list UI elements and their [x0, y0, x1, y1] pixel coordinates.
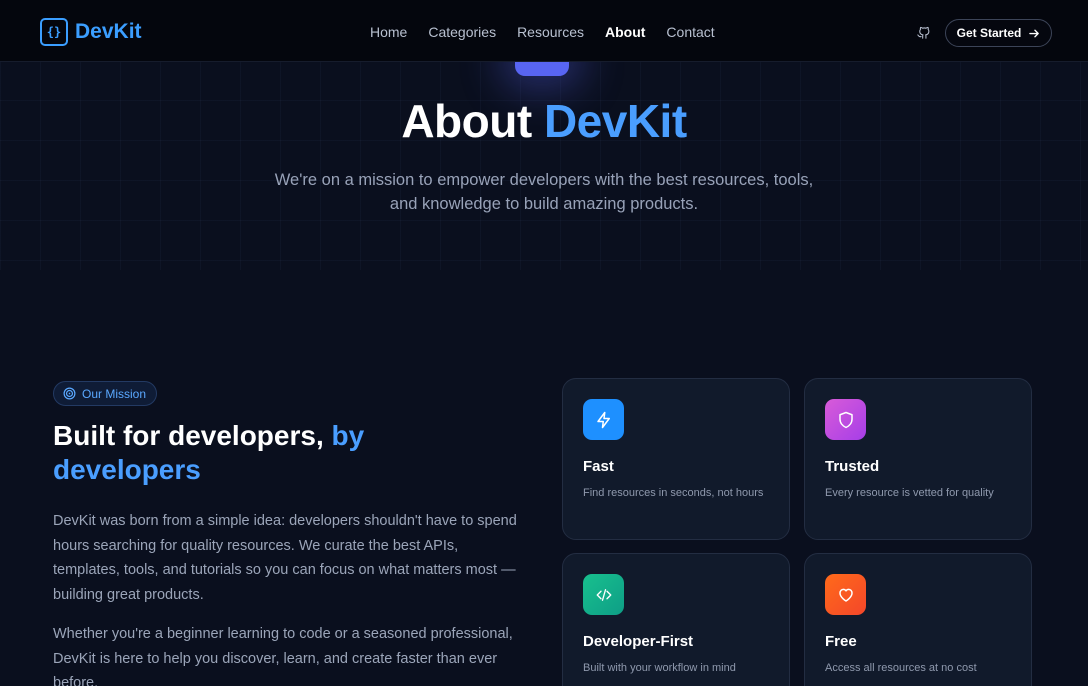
hero-title: About DevKit — [0, 94, 1088, 148]
mission-paragraph-2: Whether you're a beginner learning to co… — [53, 626, 513, 686]
nav-item-contact[interactable]: Contact — [666, 24, 714, 40]
lightning-icon — [583, 399, 624, 440]
hero-title-main: About — [401, 95, 532, 147]
nav-item-about[interactable]: About — [605, 24, 645, 40]
feature-title: Free — [825, 633, 857, 650]
mission-badge-label: Our Mission — [82, 386, 147, 401]
hero-subtitle-line-1: We're on a mission to empower developers… — [274, 171, 814, 189]
feature-card-fast: Fast Find resources in seconds, not hour… — [562, 378, 790, 540]
code-brackets-icon: {} — [40, 18, 68, 46]
feature-title: Trusted — [825, 458, 880, 475]
mission-heading: Built for developers, by developers — [53, 419, 493, 487]
feature-description: Find resources in seconds, not hours — [583, 487, 764, 499]
top-navbar: {} DevKit Home Categories Resources Abou… — [0, 0, 1088, 62]
feature-title: Developer-First — [583, 633, 694, 650]
hero-subtitle: We're on a mission to empower developers… — [244, 168, 844, 216]
get-started-label: Get Started — [956, 26, 1022, 40]
mission-badge: Our Mission — [53, 381, 158, 406]
mission-paragraph-1: DevKit was born from a simple idea: deve… — [53, 513, 517, 603]
nav-item-home[interactable]: Home — [370, 24, 407, 40]
code-icon — [583, 574, 624, 615]
brand-name: DevKit — [75, 20, 142, 43]
nav-item-resources[interactable]: Resources — [517, 24, 584, 40]
brand-logo[interactable]: {} DevKit — [40, 18, 142, 46]
hero-subtitle-line-2: and knowledge to build amazing products. — [389, 195, 699, 213]
arrow-right-icon — [1029, 29, 1040, 37]
feature-description: Access all resources at no cost — [825, 662, 977, 674]
feature-card-free: Free Access all resources at no cost — [804, 553, 1032, 686]
shield-icon — [825, 399, 866, 440]
feature-description: Built with your workflow in mind — [583, 662, 736, 674]
feature-title: Fast — [583, 458, 614, 475]
nav-item-categories[interactable]: Categories — [428, 24, 496, 40]
hero-title-accent: DevKit — [543, 95, 687, 147]
heart-icon — [825, 574, 866, 615]
get-started-button[interactable]: Get Started — [945, 19, 1052, 47]
feature-card-developer-first: Developer-First Built with your workflow… — [562, 553, 790, 686]
mission-heading-main: Built for developers, — [53, 420, 324, 451]
github-icon[interactable] — [917, 26, 930, 39]
target-icon — [63, 387, 76, 400]
main-nav: Home Categories Resources About Contact — [370, 24, 715, 40]
feature-description: Every resource is vetted for quality — [825, 487, 994, 499]
feature-card-trusted: Trusted Every resource is vetted for qua… — [804, 378, 1032, 540]
hero-grid-background — [0, 60, 1088, 270]
